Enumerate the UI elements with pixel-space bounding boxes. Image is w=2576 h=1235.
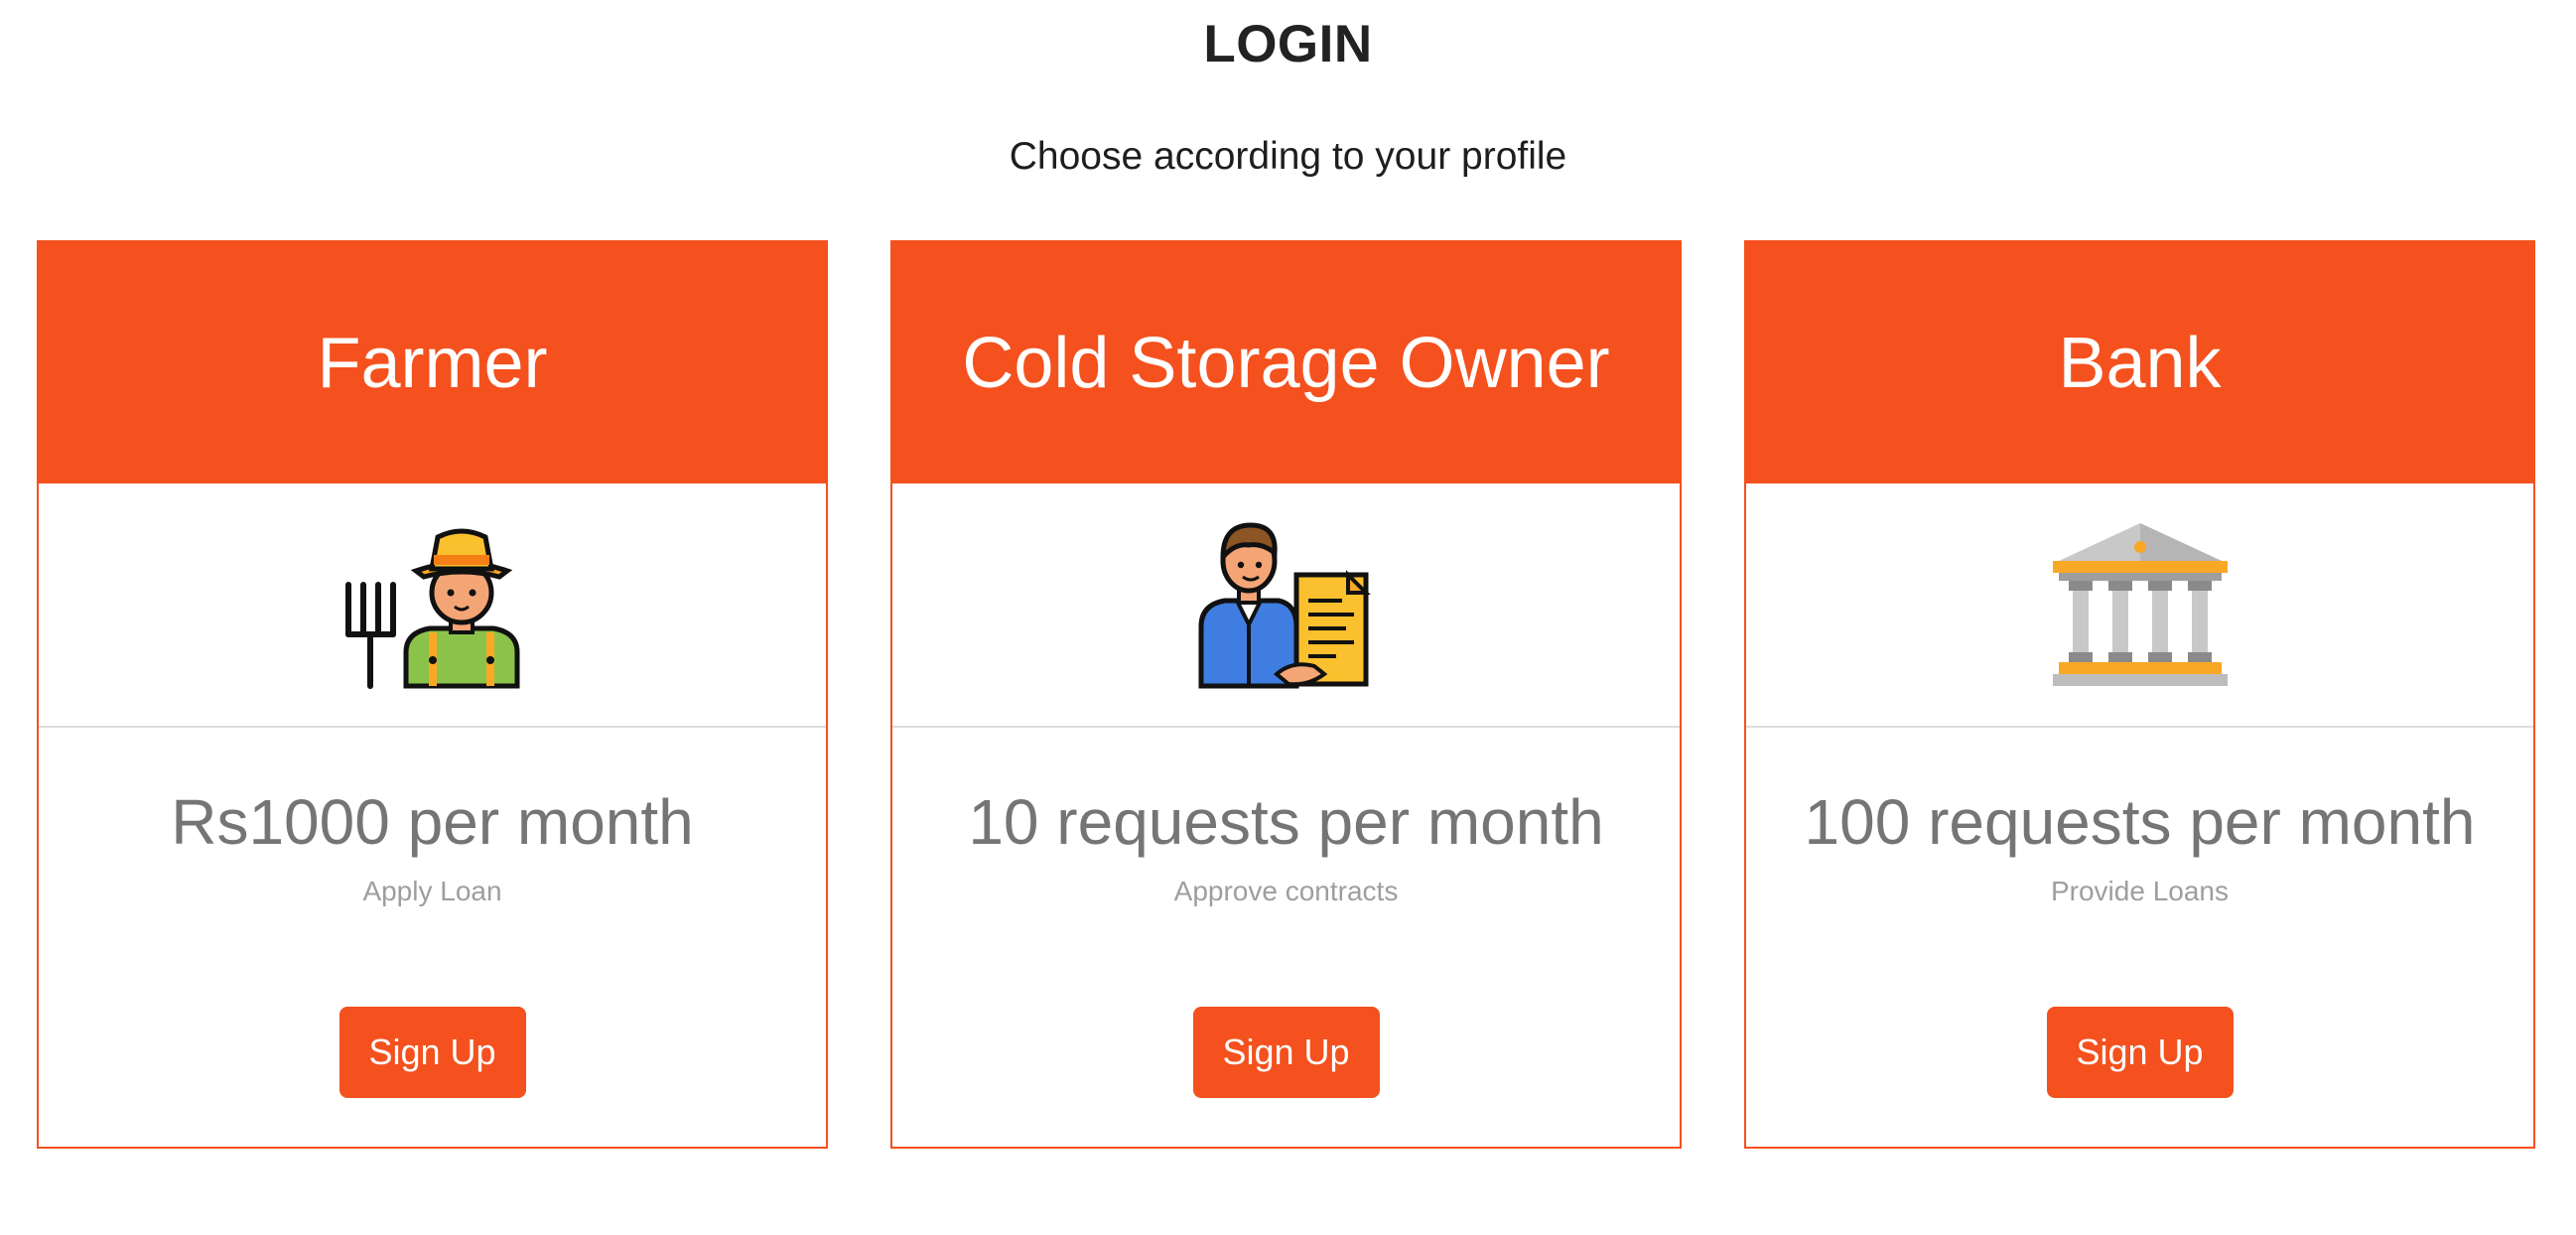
bank-building-icon: [2052, 523, 2228, 686]
card-icon-area: [39, 483, 826, 728]
card-icon-area: [892, 483, 1680, 728]
card-title: Farmer: [317, 323, 548, 403]
farmer-card: Farmer Rs1000 per month Apply Loan Sign …: [37, 240, 828, 1149]
card-price: 10 requests per month: [968, 786, 1604, 858]
page-subtitle: Choose according to your profile: [1009, 135, 1567, 178]
card-price: 100 requests per month: [1804, 786, 2476, 858]
bank-card: Bank 100 requests per month Provide Loan…: [1744, 240, 2535, 1149]
farmer-signup-button[interactable]: Sign Up: [339, 1007, 526, 1098]
card-price: Rs1000 per month: [171, 786, 694, 858]
card-icon-area: [1746, 483, 2533, 728]
business-person-document-icon: [1198, 522, 1371, 689]
card-header: Bank: [1746, 242, 2533, 483]
cold-storage-owner-card: Cold Storage Owner 10 requests per month…: [890, 240, 1682, 1149]
card-description: Apply Loan: [362, 876, 502, 906]
card-title: Bank: [2058, 323, 2222, 403]
farmer-icon: [344, 528, 519, 689]
bank-signup-button[interactable]: Sign Up: [2046, 1007, 2234, 1098]
page-title: LOGIN: [1203, 15, 1373, 73]
card-description: Provide Loans: [2050, 876, 2229, 906]
card-header: Cold Storage Owner: [892, 242, 1680, 483]
card-title: Cold Storage Owner: [962, 323, 1610, 403]
card-header: Farmer: [39, 242, 826, 483]
card-description: Approve contracts: [1173, 876, 1399, 906]
cold-storage-owner-signup-button[interactable]: Sign Up: [1192, 1007, 1380, 1098]
login-page: LOGIN Choose according to your profile F…: [0, 0, 2576, 1235]
